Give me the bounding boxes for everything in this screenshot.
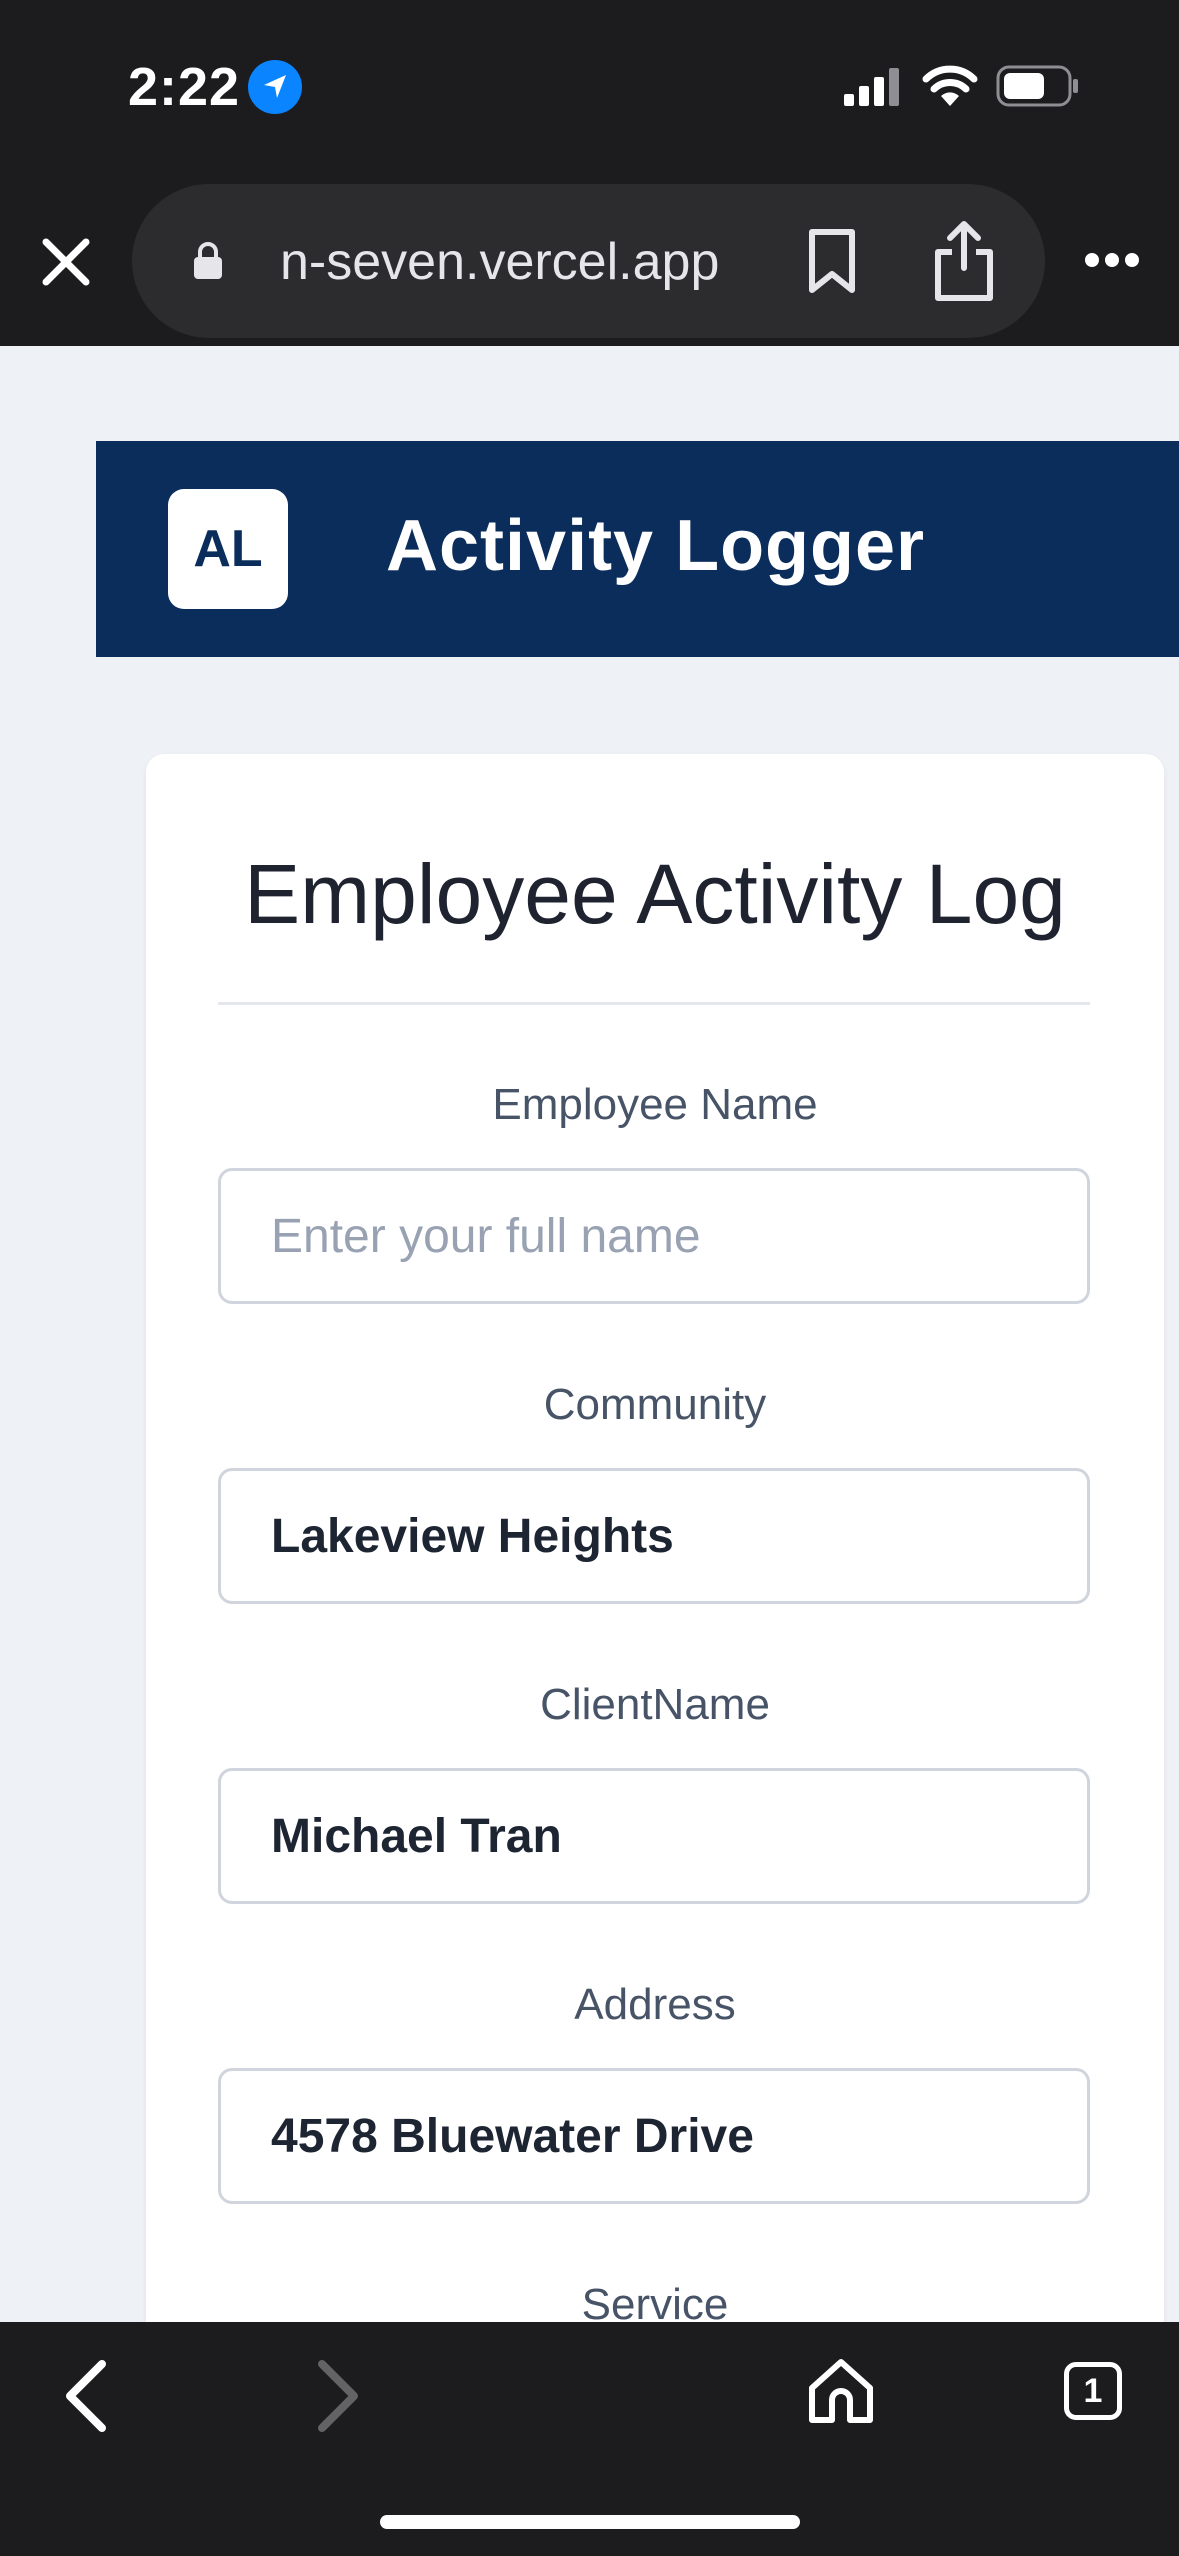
more-icon[interactable] <box>1084 252 1140 268</box>
wifi-icon <box>922 65 978 106</box>
lock-icon <box>194 242 222 279</box>
address-input[interactable]: 4578 Bluewater Drive <box>218 2068 1090 2204</box>
community-value: Lakeview Heights <box>271 1509 674 1563</box>
home-indicator <box>380 2515 800 2529</box>
employee-name-placeholder: Enter your full name <box>271 1209 701 1263</box>
client-name-input[interactable]: Michael Tran <box>218 1768 1090 1904</box>
forward-icon[interactable] <box>310 2358 366 2434</box>
status-bar: 2:22 <box>0 0 1179 180</box>
clock: 2:22 <box>128 57 241 117</box>
address-bar[interactable]: n-seven.vercel.app <box>132 184 1045 338</box>
community-label: Community <box>543 1380 767 1429</box>
employee-name-label: Employee Name <box>492 1080 818 1129</box>
cellular-signal-icon <box>844 68 899 106</box>
close-icon[interactable] <box>38 234 94 290</box>
community-input[interactable]: Lakeview Heights <box>218 1468 1090 1604</box>
battery-icon <box>996 65 1078 107</box>
client-name-label: ClientName <box>540 1680 770 1729</box>
app-logo: AL <box>168 489 288 609</box>
share-icon[interactable] <box>932 218 996 302</box>
divider <box>218 1002 1090 1005</box>
tabs-icon[interactable]: 1 <box>1064 2362 1122 2420</box>
employee-name-input[interactable]: Enter your full name <box>218 1168 1090 1304</box>
app-title: Activity Logger <box>386 506 926 586</box>
address-value: 4578 Bluewater Drive <box>271 2109 754 2163</box>
app-header: AL Activity Logger <box>96 441 1179 657</box>
back-icon[interactable] <box>58 2358 114 2434</box>
form-card: Employee Activity Log Employee Name Ente… <box>146 754 1164 2556</box>
url-text: n-seven.vercel.app <box>280 233 720 291</box>
home-icon[interactable] <box>806 2356 876 2426</box>
client-name-value: Michael Tran <box>271 1809 562 1863</box>
browser-toolbar: n-seven.vercel.app <box>0 180 1179 346</box>
bookmark-icon[interactable] <box>804 228 860 296</box>
address-label: Address <box>574 1980 736 2029</box>
location-arrow-icon <box>248 60 302 114</box>
form-title: Employee Activity Log <box>244 847 1066 941</box>
